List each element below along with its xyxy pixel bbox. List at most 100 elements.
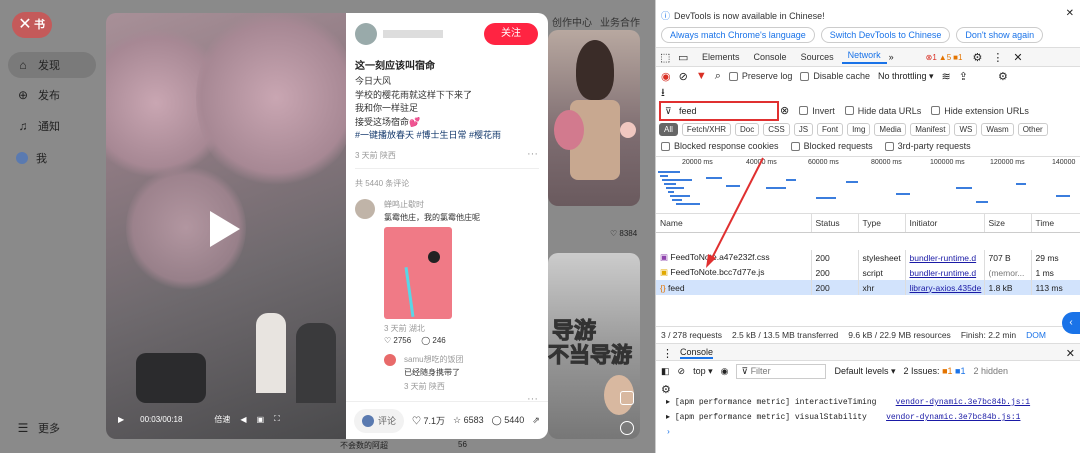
device-icon[interactable]: ▭ <box>678 51 694 64</box>
close-icon[interactable]: ✕ <box>14 14 36 36</box>
console-prompt[interactable]: › <box>666 428 671 437</box>
frame-icon[interactable] <box>620 391 634 405</box>
blocked-requests-checkbox[interactable]: Blocked requests <box>790 141 873 151</box>
sidebar-item-discover[interactable]: ⌂ 发现 <box>8 52 96 78</box>
throttling-select[interactable]: No throttling ▾ <box>878 71 934 82</box>
type-font[interactable]: Font <box>817 123 844 136</box>
speed-button[interactable]: 倍速 <box>214 414 230 425</box>
type-js[interactable]: JS <box>793 123 814 136</box>
tab-sources[interactable]: Sources <box>795 52 840 62</box>
inspect-icon[interactable]: ⬚ <box>660 51 676 64</box>
more-tabs-icon[interactable]: » <box>889 52 894 62</box>
eye-icon[interactable]: ◉ <box>721 366 729 377</box>
share-icon[interactable]: ⇗ <box>532 415 540 426</box>
kebab-icon[interactable]: ⋮ <box>662 347 673 360</box>
sidebar-item-notify[interactable]: ♫ 通知 <box>8 113 96 139</box>
type-img[interactable]: Img <box>847 123 871 136</box>
comment-button[interactable]: ◯ 5440 <box>492 415 525 426</box>
type-other[interactable]: Other <box>1017 123 1048 136</box>
gear-icon[interactable]: ⚙ <box>998 70 1008 83</box>
reply-button[interactable]: ◯ 246 <box>421 336 446 345</box>
follow-button[interactable]: 关注 <box>484 23 538 45</box>
star-button[interactable]: ☆ 6583 <box>453 415 484 426</box>
sidebar-item-more[interactable]: ☰ 更多 <box>8 415 96 441</box>
tab-elements[interactable]: Elements <box>696 52 746 62</box>
request-name[interactable]: {} feed <box>656 280 812 295</box>
pip-icon[interactable]: ▣ <box>257 415 265 424</box>
avatar[interactable] <box>384 354 396 366</box>
log-source-link[interactable]: vendor-dynamic.3e7bc84b.js:1 <box>886 413 1020 422</box>
comment-input[interactable]: 评论 <box>354 408 405 433</box>
wifi-icon[interactable]: ≋ <box>942 70 951 83</box>
table-row-selected[interactable]: {} feed 200 xhr library-axios.435de 1.8 … <box>656 280 1080 295</box>
switch-chinese-button[interactable]: Switch DevTools to Chinese <box>820 27 951 43</box>
sidebar-toggle-icon[interactable]: ◧ <box>661 366 670 377</box>
comment-author[interactable]: samu想吃的饭团 <box>404 354 464 365</box>
gear-icon[interactable]: ⚙ <box>661 383 671 396</box>
warning-badge[interactable]: ▲5 <box>939 53 951 62</box>
type-fetch[interactable]: Fetch/XHR <box>681 123 732 136</box>
filter-icon[interactable]: ▼ <box>696 70 707 82</box>
volume-icon[interactable]: ◀ <box>240 415 246 424</box>
background-card-image-2[interactable]: 导游 不当导游 <box>548 253 640 439</box>
levels-select[interactable]: Default levels ▾ <box>834 366 895 377</box>
avatar[interactable] <box>620 122 636 138</box>
blocked-cookies-checkbox[interactable]: Blocked response cookies <box>661 141 779 151</box>
request-initiator[interactable]: bundler-runtime.d <box>905 265 985 280</box>
clear-filter-icon[interactable]: ⊗ <box>780 104 789 117</box>
request-initiator[interactable]: library-axios.435de <box>905 280 985 295</box>
like-button[interactable]: ♡ 2756 <box>384 336 411 345</box>
match-language-button[interactable]: Always match Chrome's language <box>661 27 815 43</box>
fullscreen-icon[interactable]: ⛶ <box>274 414 280 424</box>
table-row[interactable]: ▣ FeedToNote.bcc7d77e.js 200 script bund… <box>656 265 1080 280</box>
tab-network[interactable]: Network <box>841 50 887 64</box>
author[interactable] <box>355 23 443 45</box>
column-header[interactable]: Name <box>656 214 812 233</box>
context-select[interactable]: top ▾ <box>693 366 713 377</box>
like-button[interactable]: ♡ 7.1万 <box>412 414 445 427</box>
play-icon[interactable] <box>210 211 240 247</box>
sidebar-item-me[interactable]: 我 <box>8 145 96 171</box>
column-header[interactable]: Initiator <box>905 214 985 233</box>
tab-console[interactable]: Console <box>748 52 793 62</box>
close-icon[interactable]: ✕ <box>1013 51 1022 64</box>
column-header[interactable]: Size <box>984 214 1032 233</box>
log-source-link[interactable]: vendor-dynamic.3e7bc84b.js:1 <box>896 398 1030 407</box>
side-panel-toggle[interactable]: ‹ <box>1062 312 1080 334</box>
close-icon[interactable]: ✕ <box>1066 8 1074 19</box>
comment-image[interactable] <box>384 227 452 319</box>
invert-checkbox[interactable]: Invert <box>799 106 835 116</box>
issues-button[interactable]: 2 Issues: ■1 ■1 <box>904 366 966 376</box>
comment-author[interactable]: 蝉鸣止歇时 <box>384 199 480 210</box>
avatar[interactable] <box>355 199 375 219</box>
gear-icon[interactable]: ⚙ <box>972 51 982 64</box>
upload-icon[interactable]: ⇪ <box>959 70 968 83</box>
request-initiator[interactable]: bundler-runtime.d <box>905 250 985 265</box>
video-player[interactable]: ▶ 00:03/00:18 倍速 ◀ ▣ ⛶ <box>106 13 346 439</box>
table-row[interactable]: ▣ FeedToNote.a47e232f.css 200 stylesheet… <box>656 250 1080 265</box>
close-icon[interactable]: ✕ <box>1066 347 1075 360</box>
preserve-log-checkbox[interactable]: Preserve log <box>728 71 792 81</box>
filter-input[interactable]: ⊽ feed <box>659 101 779 121</box>
error-badge[interactable]: ⊗1 <box>926 53 937 62</box>
background-card-image[interactable] <box>548 30 640 206</box>
dont-show-button[interactable]: Don't show again <box>956 27 1044 43</box>
disable-cache-checkbox[interactable]: Disable cache <box>800 71 870 81</box>
post-tags[interactable]: #一键播放春天 #博士生日常 #樱花雨 <box>355 129 501 143</box>
avatar[interactable] <box>355 23 377 45</box>
search-icon[interactable]: ⌕ <box>715 70 721 83</box>
record-icon[interactable]: ◉ <box>661 70 671 83</box>
request-name[interactable]: ▣ FeedToNote.bcc7d77e.js <box>656 265 812 280</box>
console-drawer-tab[interactable]: Console <box>680 347 714 359</box>
hide-extension-urls-checkbox[interactable]: Hide extension URLs <box>931 106 1029 116</box>
play-small-icon[interactable]: ▶ <box>118 415 124 424</box>
type-manifest[interactable]: Manifest <box>910 123 951 136</box>
column-header[interactable]: Status <box>811 214 859 233</box>
sidebar-item-publish[interactable]: ⊕ 发布 <box>8 82 96 108</box>
type-wasm[interactable]: Wasm <box>981 123 1014 136</box>
hide-data-urls-checkbox[interactable]: Hide data URLs <box>844 106 921 116</box>
topnav-business[interactable]: 业务合作 <box>600 14 640 29</box>
third-party-checkbox[interactable]: 3rd-party requests <box>884 141 971 151</box>
more-icon[interactable]: ··· <box>527 148 538 160</box>
download-icon[interactable]: ⭳ <box>661 84 665 103</box>
